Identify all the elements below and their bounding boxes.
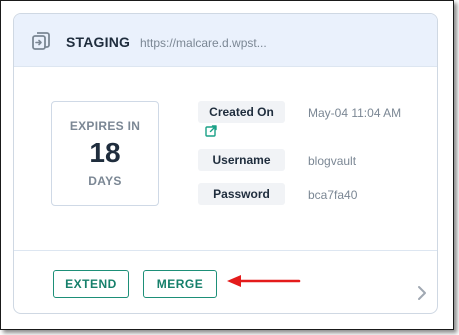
external-link-icon[interactable] [205,125,217,137]
expiry-days-count: 18 [89,137,121,168]
expiry-unit: DAYS [88,174,122,188]
password-label: Password [198,183,285,205]
staging-copy-icon [32,32,50,50]
created-on-value: May-04 11:04 AM [308,106,402,120]
staging-url[interactable]: https://malcare.d.wpst... [140,36,267,50]
card-title: STAGING [66,34,131,50]
chevron-right-icon[interactable] [417,285,427,301]
screenshot-frame: STAGING https://malcare.d.wpst... EXPIRE… [0,0,454,330]
red-arrow-icon [227,275,301,287]
merge-button[interactable]: MERGE [143,270,217,298]
username-label: Username [198,149,285,171]
expiry-label: EXPIRES IN [69,119,141,133]
staging-site-card: STAGING https://malcare.d.wpst... EXPIRE… [13,13,438,314]
created-on-label: Created On [198,101,285,123]
username-value: blogvault [308,154,357,168]
card-divider [14,250,437,251]
password-value: bca7fa40 [308,188,358,202]
card-header: STAGING https://malcare.d.wpst... [14,14,437,67]
extend-button[interactable]: EXTEND [53,270,129,298]
expiry-box: EXPIRES IN 18 DAYS [51,101,159,206]
